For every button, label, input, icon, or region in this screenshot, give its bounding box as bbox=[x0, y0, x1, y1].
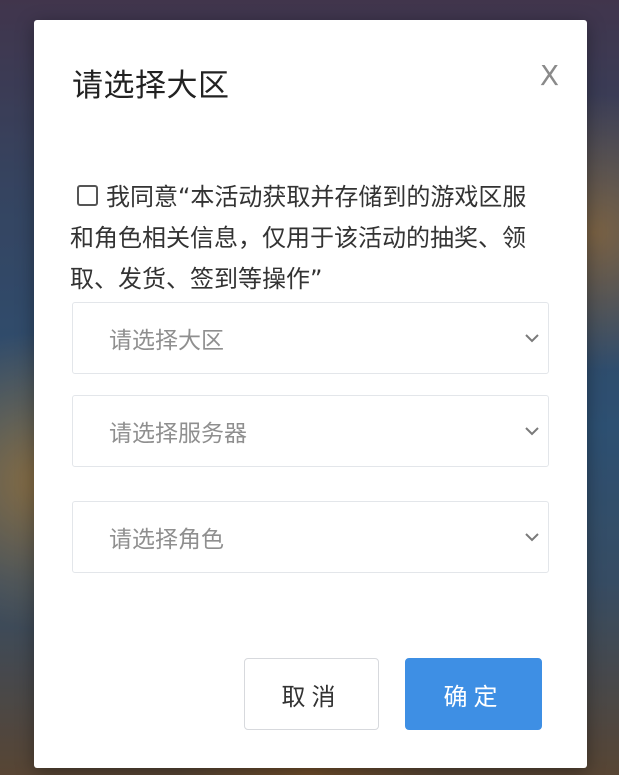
confirm-button[interactable]: 确定 bbox=[405, 658, 542, 730]
chevron-down-icon bbox=[525, 533, 539, 542]
server-select-placeholder: 请选择服务器 bbox=[109, 421, 247, 447]
region-select-placeholder: 请选择大区 bbox=[109, 328, 224, 354]
region-select-dialog: 请选择大区 X 我同意“本活动获取并存储到的游戏区服和角色相关信息，仅用于该活动… bbox=[34, 20, 587, 768]
dialog-title: 请选择大区 bbox=[72, 68, 230, 104]
role-select-placeholder: 请选择角色 bbox=[109, 527, 224, 553]
agreement-row: 我同意“本活动获取并存储到的游戏区服和角色相关信息，仅用于该活动的抽奖、领取、发… bbox=[70, 177, 550, 300]
region-select[interactable]: 请选择大区 bbox=[72, 302, 549, 374]
server-select[interactable]: 请选择服务器 bbox=[72, 395, 549, 467]
chevron-down-icon bbox=[525, 427, 539, 436]
chevron-down-icon bbox=[525, 334, 539, 343]
cancel-button[interactable]: 取消 bbox=[244, 658, 379, 730]
close-button[interactable]: X bbox=[540, 62, 559, 90]
role-select[interactable]: 请选择角色 bbox=[72, 501, 549, 573]
agreement-checkbox[interactable] bbox=[77, 185, 98, 206]
agreement-text: 我同意“本活动获取并存储到的游戏区服和角色相关信息，仅用于该活动的抽奖、领取、发… bbox=[70, 183, 527, 293]
